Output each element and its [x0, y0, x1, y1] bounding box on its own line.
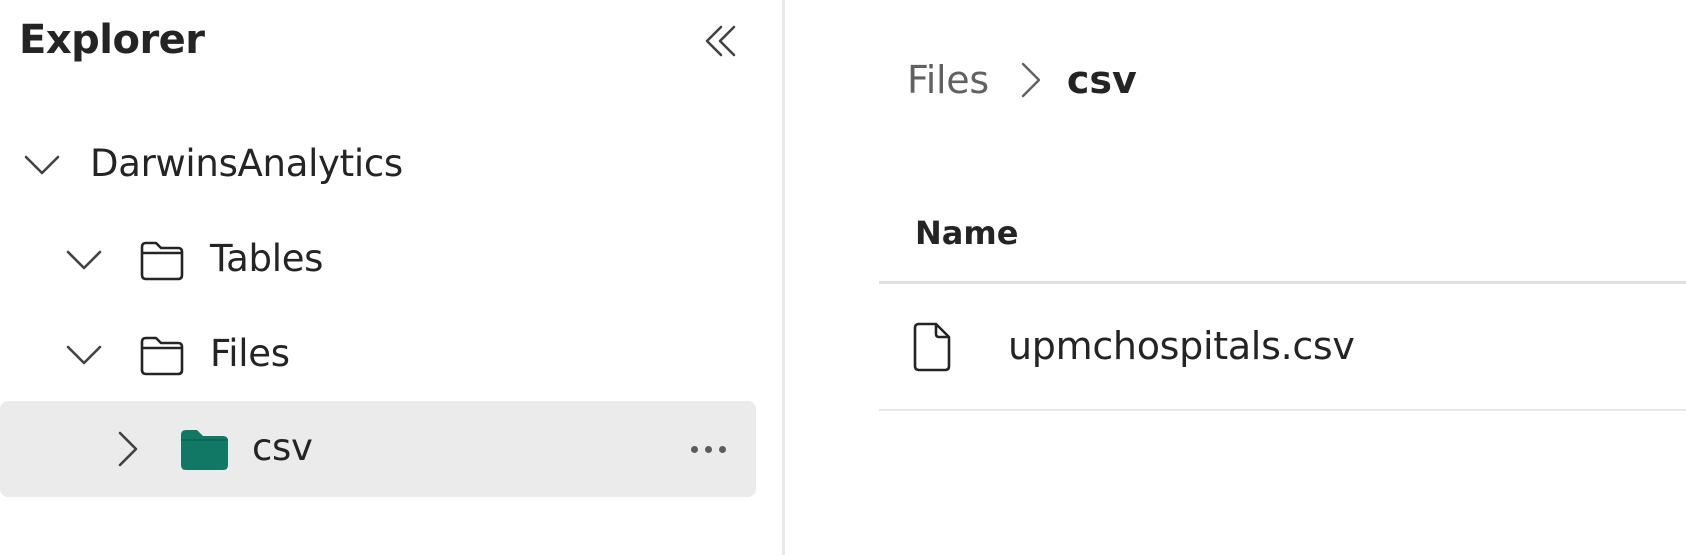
more-options-button[interactable] [680, 427, 736, 471]
tree-item-label: csv [252, 426, 313, 469]
more-horizontal-icon [687, 445, 729, 453]
table-row[interactable]: upmchospitals.csv [879, 284, 1686, 410]
tree-item-tables[interactable]: Tables [0, 213, 782, 307]
tree-item-csv[interactable]: csv [0, 401, 756, 497]
breadcrumb: Files csv [907, 55, 1137, 105]
tree-item-label: DarwinsAnalytics [90, 142, 403, 185]
chevron-down-icon[interactable] [20, 143, 64, 187]
explorer-title: Explorer [19, 17, 205, 63]
folder-filled-icon [178, 423, 230, 475]
tree-item-files[interactable]: Files [0, 308, 782, 402]
document-icon [907, 320, 957, 374]
chevron-down-icon[interactable] [62, 333, 106, 377]
breadcrumb-item-files[interactable]: Files [907, 55, 989, 105]
chevron-right-icon[interactable] [106, 427, 150, 471]
tree-item-label: Files [210, 332, 290, 375]
folder-outline-icon [136, 329, 188, 381]
row-divider [879, 409, 1686, 411]
chevron-right-icon [1009, 58, 1053, 102]
folder-outline-icon [136, 234, 188, 286]
app-root: Explorer DarwinsAnalytics Tables Files c… [0, 0, 1686, 555]
tree-item-darwinsanalytics[interactable]: DarwinsAnalytics [0, 118, 782, 212]
explorer-panel: Explorer DarwinsAnalytics Tables Files c… [0, 0, 782, 555]
tree-item-label: Tables [210, 237, 324, 280]
main-content: Files csv Name upmchospitals.csv [785, 0, 1686, 555]
collapse-explorer-button[interactable] [696, 18, 746, 68]
file-name[interactable]: upmchospitals.csv [1008, 321, 1355, 371]
column-header-name[interactable]: Name [915, 208, 1018, 258]
double-chevron-left-icon [703, 23, 739, 63]
chevron-down-icon[interactable] [62, 238, 106, 282]
breadcrumb-item-current: csv [1066, 58, 1137, 102]
